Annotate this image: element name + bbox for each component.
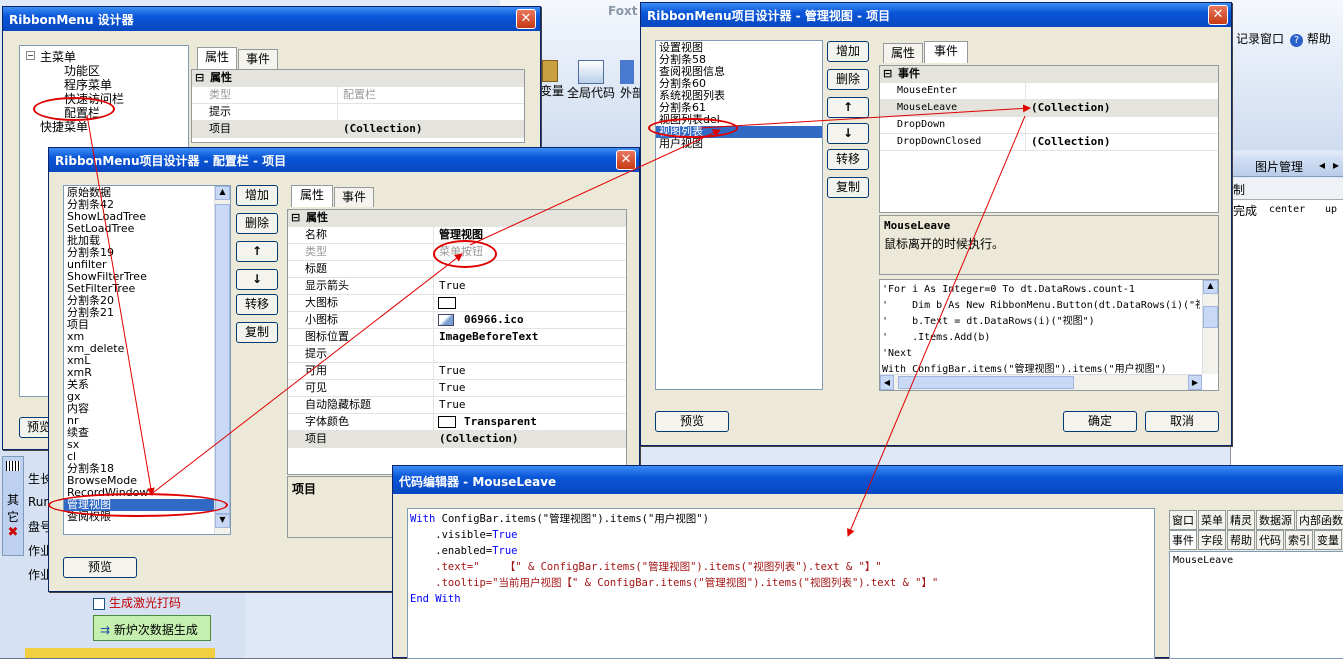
arrow-mouseleave-to-code [847,115,1026,537]
arrow-config-to-manage-view [86,114,155,496]
annotation-arrows [86,104,1031,537]
arrow-manage-view-to-type [149,253,463,496]
arrow-type-to-view-list [469,129,721,246]
arrow-view-list-to-mouseleave [699,104,1031,129]
